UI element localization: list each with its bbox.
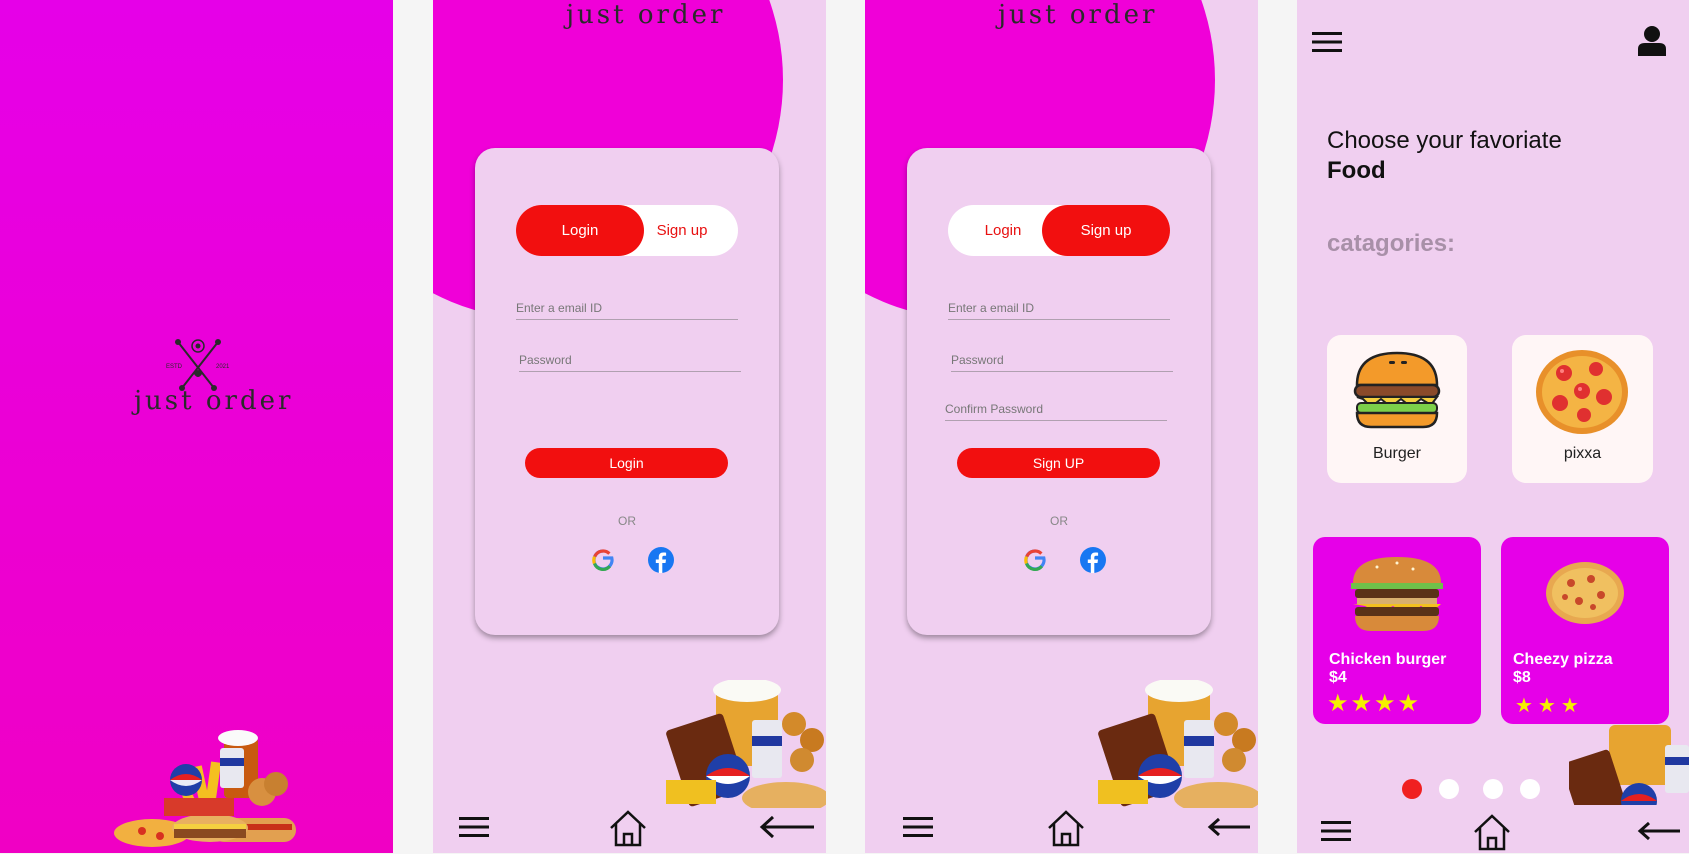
back-arrow-icon[interactable] xyxy=(1637,819,1681,843)
menu-icon[interactable] xyxy=(1321,819,1351,843)
food-combo-image xyxy=(114,730,296,847)
auth-toggle: Login Sign up xyxy=(516,205,738,256)
logo-small-right: 2021 xyxy=(216,364,230,370)
google-icon[interactable] xyxy=(1022,547,1048,573)
promo-name: Chicken burger xyxy=(1329,651,1447,668)
password-field[interactable] xyxy=(951,348,1173,372)
user-icon[interactable] xyxy=(1637,25,1667,57)
promo-title: Chicken burger $4 xyxy=(1329,651,1446,687)
logo: ESTD 2021 just order xyxy=(128,336,290,426)
promo-card-cheezy-pizza[interactable]: Cheezy pizza $8 ★★★ xyxy=(1501,537,1669,724)
or-divider: OR xyxy=(618,514,636,528)
burger-photo xyxy=(1351,557,1443,631)
menu-icon[interactable] xyxy=(1312,30,1342,54)
tab-signup[interactable]: Sign up xyxy=(626,205,738,256)
tab-login[interactable]: Login xyxy=(516,205,644,256)
heading-line2: Food xyxy=(1327,157,1386,184)
back-arrow-icon[interactable] xyxy=(1207,815,1251,839)
promo-price: $4 xyxy=(1329,669,1347,686)
signup-screen: just order Login Sign up Sign UP OR xyxy=(865,0,1258,853)
crossed-utensils-icon xyxy=(175,339,221,391)
category-tile-burger[interactable]: Burger xyxy=(1327,335,1467,483)
promo-price: $8 xyxy=(1513,669,1531,686)
promo-card-chicken-burger[interactable]: Chicken burger $4 ★★★★ xyxy=(1313,537,1481,724)
splash-screen: ESTD 2021 just order xyxy=(0,0,393,853)
email-field[interactable] xyxy=(516,296,738,320)
auth-toggle: Login Sign up xyxy=(948,205,1170,256)
rating-stars: ★★★ xyxy=(1515,695,1584,717)
carousel-dot[interactable] xyxy=(1520,779,1540,799)
tab-signup[interactable]: Sign up xyxy=(1042,205,1170,256)
password-field[interactable] xyxy=(519,348,741,372)
menu-icon[interactable] xyxy=(903,815,933,839)
home-icon[interactable] xyxy=(608,809,648,847)
pizza-icon xyxy=(1536,350,1628,434)
logo-wordmark: just order xyxy=(566,0,726,30)
login-screen: just order Login Sign up Login OR xyxy=(433,0,826,853)
bottom-nav xyxy=(1297,799,1689,853)
logo-small-left: ESTD xyxy=(166,364,183,370)
promo-title: Cheezy pizza $8 xyxy=(1513,651,1613,687)
food-combo-image xyxy=(1569,725,1689,805)
or-divider: OR xyxy=(1050,514,1068,528)
carousel-dot[interactable] xyxy=(1439,779,1459,799)
bottom-nav xyxy=(865,799,1258,853)
home-icon[interactable] xyxy=(1046,809,1086,847)
google-icon[interactable] xyxy=(590,547,616,573)
heading-line1: Choose your favoriate xyxy=(1327,127,1562,154)
carousel-dot-active[interactable] xyxy=(1402,779,1422,799)
home-screen: Choose your favoriate Food catagories: B… xyxy=(1297,0,1689,853)
signup-button[interactable]: Sign UP xyxy=(957,448,1160,478)
login-button[interactable]: Login xyxy=(525,448,728,478)
page-heading: Choose your favoriate Food xyxy=(1327,126,1562,186)
back-arrow-icon[interactable] xyxy=(759,813,815,841)
login-card: Login Sign up Login OR xyxy=(475,148,779,635)
home-icon[interactable] xyxy=(1472,813,1512,851)
menu-icon[interactable] xyxy=(459,815,489,839)
logo-wordmark: just order xyxy=(998,0,1158,30)
category-label: Burger xyxy=(1372,445,1422,462)
bottom-nav xyxy=(433,799,826,853)
rating-stars: ★★★★ xyxy=(1327,690,1422,717)
confirm-password-field[interactable] xyxy=(945,397,1167,421)
facebook-icon[interactable] xyxy=(648,547,674,573)
promo-name: Cheezy pizza xyxy=(1513,651,1613,668)
email-field[interactable] xyxy=(948,296,1170,320)
carousel-dot[interactable] xyxy=(1483,779,1503,799)
logo-wordmark: just order xyxy=(134,386,294,416)
facebook-icon[interactable] xyxy=(1080,547,1106,573)
food-combo-image xyxy=(1098,680,1258,808)
category-label: pixxa xyxy=(1563,445,1602,462)
categories-label: catagories: xyxy=(1327,230,1456,257)
pizza-photo xyxy=(1546,562,1624,624)
category-tile-pizza[interactable]: pixxa xyxy=(1512,335,1653,483)
signup-card: Login Sign up Sign UP OR xyxy=(907,148,1211,635)
food-combo-image xyxy=(666,680,826,808)
burger-icon xyxy=(1353,351,1441,429)
